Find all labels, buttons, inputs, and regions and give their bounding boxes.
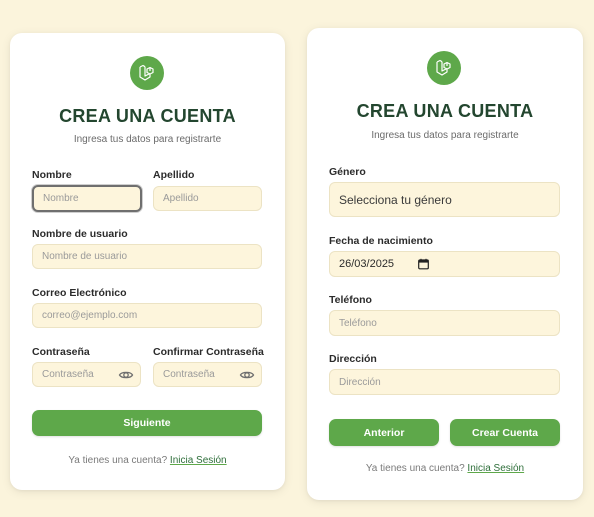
birthdate-value: 26/03/2025 [339,258,395,270]
login-link[interactable]: Inicia Sesión [467,463,524,474]
eye-icon[interactable] [239,367,255,383]
email-label: Correo Electrónico [32,287,127,299]
page-title: CREA UNA CUENTA [356,101,534,121]
confirm-password-placeholder: Contraseña [163,369,215,380]
password-input[interactable]: Contraseña [32,362,141,387]
register-card-step2: CREA UNA CUENTA Ingresa tus datos para r… [307,28,583,500]
login-prompt: Ya tienes una cuenta? Inicia Sesión [307,463,583,474]
next-button[interactable]: Siguiente [32,410,262,436]
eye-icon[interactable] [118,367,134,383]
phone-label: Teléfono [329,294,372,306]
laravel-logo-icon [427,51,461,85]
address-label: Dirección [329,353,377,365]
create-account-button[interactable]: Crear Cuenta [450,419,560,446]
register-card-step1: CREA UNA CUENTA Ingresa tus datos para r… [10,33,285,490]
birthdate-input[interactable]: 26/03/2025 [329,251,560,277]
last-name-label: Apellido [153,169,195,181]
email-placeholder: correo@ejemplo.com [42,310,138,321]
address-input[interactable]: Dirección [329,369,560,395]
username-input[interactable]: Nombre de usuario [32,244,262,269]
confirm-password-label: Confirmar Contraseña [153,346,264,358]
login-link[interactable]: Inicia Sesión [170,455,227,466]
phone-placeholder: Teléfono [339,317,377,329]
gender-select-value: Selecciona tu género [339,192,452,207]
calendar-icon[interactable] [418,258,429,270]
username-placeholder: Nombre de usuario [42,251,128,262]
birthdate-label: Fecha de nacimiento [329,235,433,247]
gender-label: Género [329,166,366,178]
page-subtitle: Ingresa tus datos para registrarte [371,130,519,141]
gender-select[interactable]: Selecciona tu género [329,182,560,217]
username-label: Nombre de usuario [32,228,128,240]
laravel-logo-icon [130,56,164,90]
login-prompt: Ya tienes una cuenta? Inicia Sesión [10,455,285,466]
address-placeholder: Dirección [339,376,381,388]
page-subtitle: Ingresa tus datos para registrarte [73,134,222,145]
phone-input[interactable]: Teléfono [329,310,560,336]
first-name-placeholder: Nombre [43,193,79,204]
email-input[interactable]: correo@ejemplo.com [32,303,262,328]
password-label: Contraseña [32,346,90,358]
last-name-placeholder: Apellido [163,193,199,204]
confirm-password-input[interactable]: Contraseña [153,362,262,387]
last-name-input[interactable]: Apellido [153,186,262,211]
login-prompt-text: Ya tienes una cuenta? [68,455,168,466]
first-name-input[interactable]: Nombre [32,185,142,212]
back-button[interactable]: Anterior [329,419,439,446]
page-title: CREA UNA CUENTA [59,106,236,126]
first-name-label: Nombre [32,169,72,181]
password-placeholder: Contraseña [42,369,94,380]
login-prompt-text: Ya tienes una cuenta? [365,463,465,474]
